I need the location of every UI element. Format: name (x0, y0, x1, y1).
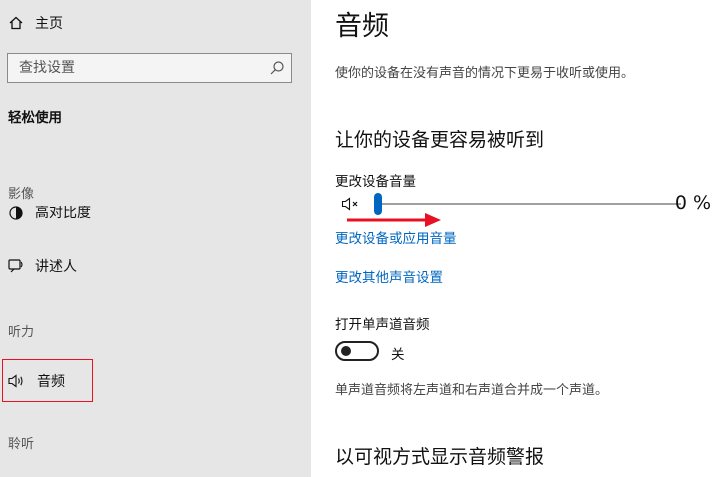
category-title: 轻松使用 (8, 110, 62, 126)
nav-home[interactable]: 主页 (5, 12, 63, 34)
mono-audio-description: 单声道音频将左声道和右声道合并成一个声道。 (335, 383, 609, 398)
search-icon[interactable] (269, 60, 285, 76)
section-vision: 影像 (8, 187, 35, 202)
sidebar-item-narrator[interactable]: 讲述人 (5, 255, 77, 277)
section-title-visual-alerts: 以可视方式显示音频警报 (335, 446, 545, 468)
home-icon (5, 12, 27, 34)
sidebar-item-audio[interactable]: 音频 (2, 359, 93, 402)
contrast-icon (5, 206, 27, 224)
mono-audio-toggle[interactable] (335, 341, 379, 361)
sidebar-item-label: 音频 (37, 373, 65, 390)
home-label: 主页 (35, 16, 63, 32)
sidebar-item-high-contrast[interactable]: 高对比度 (5, 206, 91, 228)
mono-audio-label: 打开单声道音频 (335, 317, 430, 333)
main-content: 音频 使你的设备在没有声音的情况下更易于收听或使用。 让你的设备更容易被听到 更… (311, 0, 717, 477)
toggle-knob (341, 346, 351, 356)
settings-search[interactable] (7, 53, 292, 83)
search-input[interactable] (8, 54, 269, 82)
sidebar: 主页 轻松使用 影像 高对比度 讲述人 听力 音频 聆听 (0, 0, 311, 477)
sidebar-item-label: 讲述人 (35, 259, 77, 275)
narrator-icon (5, 255, 27, 277)
page-title: 音频 (335, 11, 389, 42)
speaker-icon (5, 370, 27, 392)
volume-label: 更改设备音量 (335, 174, 416, 190)
section-interaction: 聆听 (8, 437, 35, 452)
link-other-sound-settings[interactable]: 更改其他声音设置 (335, 266, 443, 286)
page-description: 使你的设备在没有声音的情况下更易于收听或使用。 (335, 66, 635, 81)
mono-audio-state: 关 (391, 347, 405, 363)
section-hearing: 听力 (8, 325, 35, 340)
section-title-hear: 让你的设备更容易被听到 (335, 129, 545, 151)
volume-value: 0 % (674, 192, 711, 214)
sidebar-item-label: 高对比度 (35, 206, 91, 221)
link-device-app-volume[interactable]: 更改设备或应用音量 (335, 227, 457, 247)
volume-slider-track[interactable] (377, 203, 681, 205)
